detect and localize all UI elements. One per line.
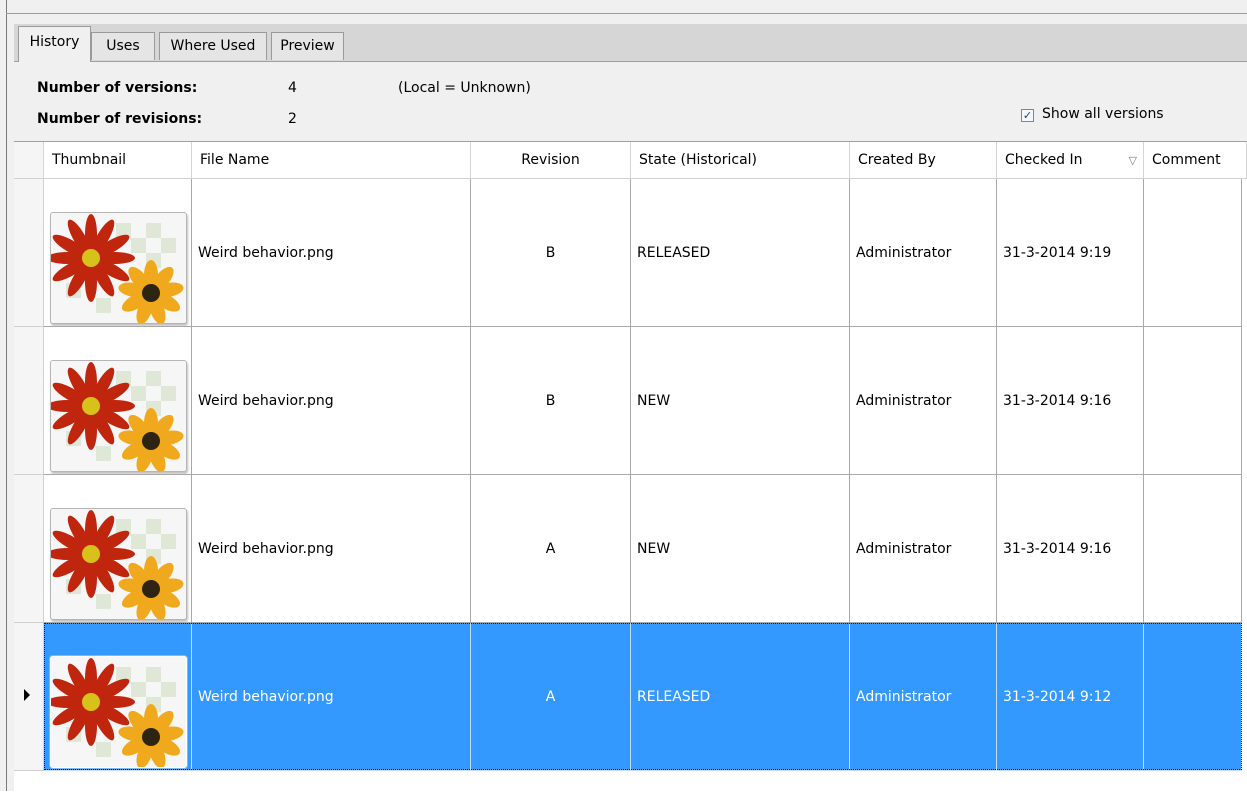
tab-uses[interactable]: Uses xyxy=(91,32,155,60)
state-cell: NEW xyxy=(631,327,850,475)
revision-cell: B xyxy=(471,327,631,475)
checked-in-cell: 31-3-2014 9:12 xyxy=(997,623,1144,771)
flower-thumbnail-image xyxy=(50,508,187,620)
comment-cell xyxy=(1144,475,1242,623)
table-row[interactable]: Weird behavior.png B RELEASED Administra… xyxy=(14,179,1247,327)
row-selector[interactable] xyxy=(14,475,44,623)
history-grid: Thumbnail File Name Revision State (Hist… xyxy=(14,141,1247,792)
local-status: (Local = Unknown) xyxy=(398,80,531,96)
flower-thumbnail-image xyxy=(50,360,187,472)
header-row-selector xyxy=(14,142,44,179)
table-row-selected[interactable]: Weird behavior.png A RELEASED Administra… xyxy=(14,623,1247,771)
file-name-cell[interactable]: Weird behavior.png xyxy=(192,475,471,623)
revisions-value: 2 xyxy=(288,111,297,127)
row-selector[interactable] xyxy=(14,623,44,771)
row-selector[interactable] xyxy=(14,179,44,327)
created-by-cell: Administrator xyxy=(850,475,997,623)
table-row[interactable]: Weird behavior.png A NEW Administrator 3… xyxy=(14,475,1247,623)
show-all-versions-checkbox[interactable]: ✓ xyxy=(1021,109,1034,122)
state-cell: NEW xyxy=(631,475,850,623)
header-checked-in-label: Checked In xyxy=(1005,152,1083,168)
sort-descending-icon: ▽ xyxy=(1128,154,1137,167)
thumbnail-cell xyxy=(44,623,192,771)
tab-strip: History Uses Where Used Preview xyxy=(14,24,1247,62)
file-name-cell[interactable]: Weird behavior.png xyxy=(192,179,471,327)
state-cell: RELEASED xyxy=(631,179,850,327)
comment-cell xyxy=(1144,623,1242,771)
thumbnail-cell xyxy=(44,327,192,475)
table-row[interactable]: Weird behavior.png B NEW Administrator 3… xyxy=(14,327,1247,475)
tab-preview[interactable]: Preview xyxy=(271,32,344,60)
header-revision[interactable]: Revision xyxy=(471,142,631,179)
flower-thumbnail-image xyxy=(50,656,187,768)
created-by-cell: Administrator xyxy=(850,623,997,771)
file-name-cell[interactable]: Weird behavior.png xyxy=(192,623,471,771)
comment-cell xyxy=(1144,327,1242,475)
versions-label: Number of versions: xyxy=(37,80,198,96)
comment-cell xyxy=(1144,179,1242,327)
header-comment[interactable]: Comment xyxy=(1144,142,1247,179)
history-panel: History Uses Where Used Preview Number o… xyxy=(0,0,1247,792)
revisions-label: Number of revisions: xyxy=(37,111,203,127)
created-by-cell: Administrator xyxy=(850,179,997,327)
header-state[interactable]: State (Historical) xyxy=(631,142,850,179)
current-row-arrow-icon xyxy=(24,689,30,701)
tab-where-used[interactable]: Where Used xyxy=(159,32,267,60)
top-divider xyxy=(6,13,1247,14)
created-by-cell: Administrator xyxy=(850,327,997,475)
checked-in-cell: 31-3-2014 9:16 xyxy=(997,327,1144,475)
left-divider xyxy=(6,0,7,791)
revision-cell: A xyxy=(471,475,631,623)
checked-in-cell: 31-3-2014 9:16 xyxy=(997,475,1144,623)
versions-value: 4 xyxy=(288,80,297,96)
file-name-cell[interactable]: Weird behavior.png xyxy=(192,327,471,475)
row-selector[interactable] xyxy=(14,327,44,475)
header-file-name[interactable]: File Name xyxy=(192,142,471,179)
revision-cell: A xyxy=(471,623,631,771)
show-all-versions-label[interactable]: Show all versions xyxy=(1042,106,1164,122)
tab-history[interactable]: History xyxy=(18,26,91,62)
version-summary: Number of versions: 4 (Local = Unknown) … xyxy=(14,62,1247,141)
revision-cell: B xyxy=(471,179,631,327)
flower-thumbnail-image xyxy=(50,212,187,324)
header-thumbnail[interactable]: Thumbnail xyxy=(44,142,192,179)
checked-in-cell: 31-3-2014 9:19 xyxy=(997,179,1144,327)
state-cell: RELEASED xyxy=(631,623,850,771)
thumbnail-cell xyxy=(44,475,192,623)
thumbnail-cell xyxy=(44,179,192,327)
header-created-by[interactable]: Created By xyxy=(850,142,997,179)
header-checked-in[interactable]: Checked In ▽ xyxy=(997,142,1144,179)
